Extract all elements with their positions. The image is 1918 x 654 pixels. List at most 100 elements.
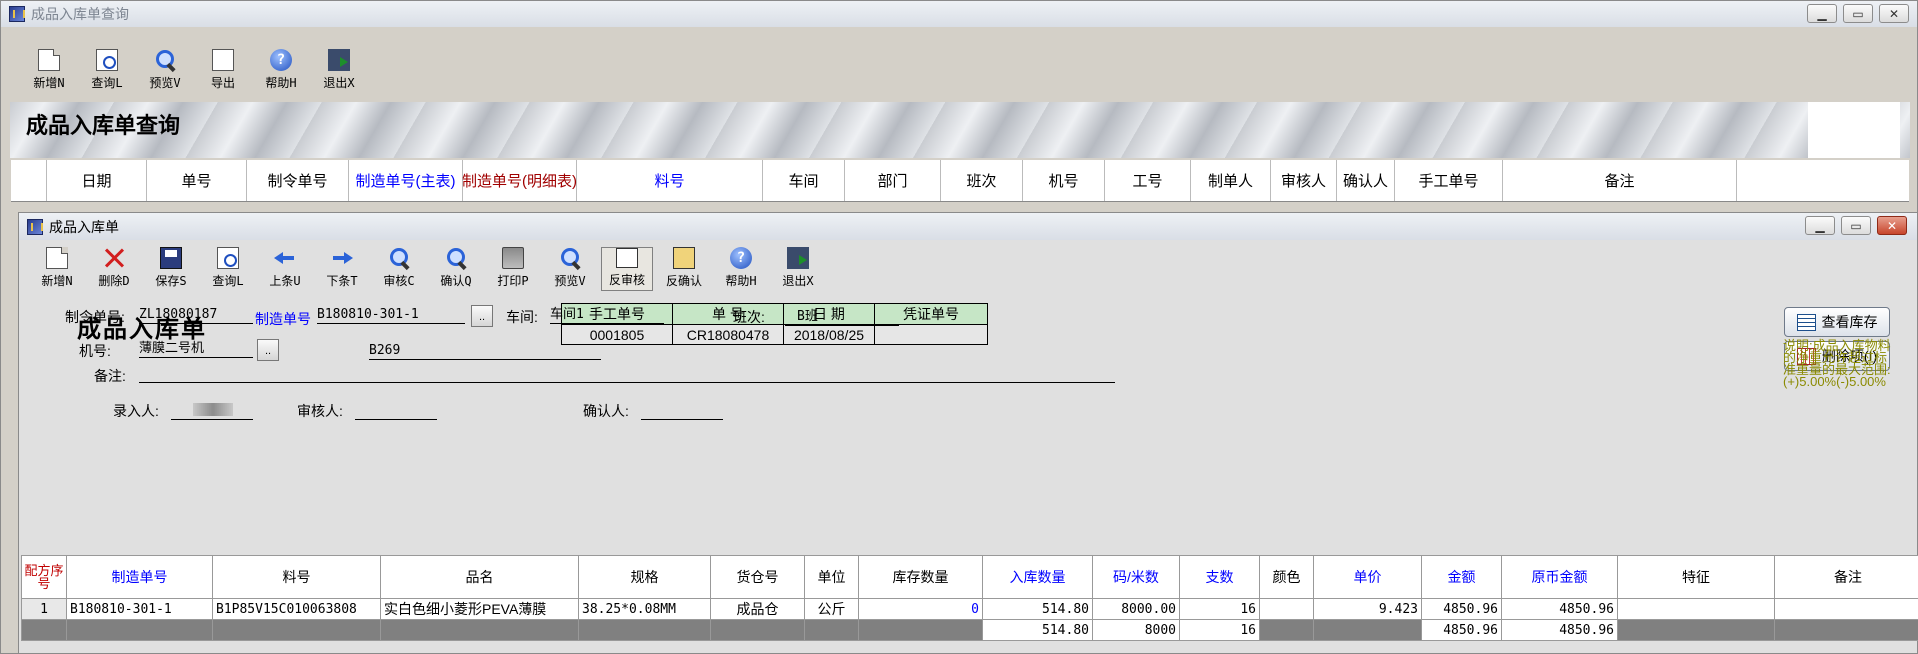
machine-lookup-button[interactable]: .. bbox=[257, 339, 279, 361]
confirm-icon bbox=[445, 247, 467, 269]
table-cell[interactable]: 16 bbox=[1179, 598, 1260, 620]
table-cell[interactable] bbox=[1259, 598, 1314, 620]
table-cell[interactable] bbox=[1617, 598, 1775, 620]
minimize-button[interactable]: ▁ bbox=[1805, 216, 1835, 235]
column-header[interactable]: 备注 bbox=[1503, 160, 1737, 201]
table-cell[interactable]: 0 bbox=[858, 598, 983, 620]
close-button[interactable]: ✕ bbox=[1879, 4, 1909, 23]
workshop-field[interactable]: 车间1 bbox=[550, 307, 664, 324]
toolbar-button-prev[interactable]: 上条U bbox=[259, 247, 311, 291]
audit-icon bbox=[388, 247, 410, 269]
toolbar-button-exit[interactable]: 退出X bbox=[315, 49, 363, 93]
detail-column-header[interactable]: 规格 bbox=[578, 555, 711, 599]
auditor-label: 审核人: bbox=[297, 403, 343, 419]
toolbar-button-print[interactable]: 打印P bbox=[487, 247, 539, 291]
column-header[interactable]: 确认人 bbox=[1337, 160, 1395, 201]
manual-no-value[interactable]: 0001805 bbox=[561, 324, 673, 345]
detail-column-header[interactable]: 颜色 bbox=[1259, 555, 1314, 599]
column-header[interactable]: 手工单号 bbox=[1395, 160, 1503, 201]
toolbar-button-query[interactable]: 查询L bbox=[83, 49, 131, 93]
toolbar-button-audit[interactable]: 审核C bbox=[373, 247, 425, 291]
detail-column-header[interactable]: 货仓号 bbox=[710, 555, 805, 599]
toolbar-button-delete[interactable]: 删除D bbox=[88, 247, 140, 291]
machine-code-field[interactable]: B269 bbox=[369, 343, 601, 360]
toolbar-button-unconfirm[interactable]: 反确认 bbox=[658, 247, 710, 291]
detail-column-header[interactable]: 料号 bbox=[212, 555, 381, 599]
toolbar-button-save[interactable]: 保存S bbox=[145, 247, 197, 291]
remark-field[interactable] bbox=[139, 366, 1115, 383]
column-header[interactable]: 料号 bbox=[577, 160, 763, 201]
toolbar-button-exit[interactable]: 退出X bbox=[772, 247, 824, 291]
auditor-field[interactable] bbox=[355, 403, 437, 420]
column-header[interactable]: 机号 bbox=[1023, 160, 1105, 201]
machine-field[interactable]: 薄膜二号机 bbox=[139, 341, 253, 358]
toolbar-button-help[interactable]: ? 帮助H bbox=[257, 49, 305, 93]
table-cell[interactable]: 9.423 bbox=[1313, 598, 1422, 620]
receipt-window-titlebar[interactable]: 成品入库单 ▁ ▭ ✕ bbox=[19, 213, 1917, 240]
minimize-button[interactable]: ▁ bbox=[1807, 4, 1837, 23]
table-cell[interactable]: 实白色细小菱形PEVA薄膜 bbox=[380, 598, 579, 620]
detail-column-header[interactable]: 特征 bbox=[1617, 555, 1775, 599]
confirmer-field[interactable] bbox=[641, 403, 723, 420]
voucher-no-value[interactable] bbox=[874, 324, 988, 345]
toolbar-button-preview[interactable]: 预览V bbox=[544, 247, 596, 291]
column-header[interactable]: 制单人 bbox=[1191, 160, 1271, 201]
table-cell[interactable]: B180810-301-1 bbox=[66, 598, 213, 620]
mfg-no-field[interactable]: B180810-301-1 bbox=[317, 307, 465, 324]
close-button[interactable]: ✕ bbox=[1877, 216, 1907, 235]
detail-column-header[interactable]: 码/米数 bbox=[1092, 555, 1180, 599]
table-row[interactable]: 1 B180810-301-1 B1P85V15C010063808 实白色细小菱形P… bbox=[21, 598, 1918, 620]
detail-column-header[interactable]: 备注 bbox=[1774, 555, 1918, 599]
view-stock-button[interactable]: 查看库存 bbox=[1784, 307, 1890, 337]
table-cell[interactable]: 8000.00 bbox=[1092, 598, 1180, 620]
detail-column-header[interactable]: 金额 bbox=[1421, 555, 1502, 599]
date-value[interactable]: 2018/08/25 bbox=[783, 324, 875, 345]
toolbar-button-preview[interactable]: 预览V bbox=[141, 49, 189, 93]
toolbar-button-export[interactable]: 导出 bbox=[199, 49, 247, 93]
detail-column-header[interactable]: 入库数量 bbox=[982, 555, 1093, 599]
table-cell[interactable]: 4850.96 bbox=[1421, 598, 1502, 620]
table-cell[interactable]: 514.80 bbox=[982, 598, 1093, 620]
toolbar-button-query[interactable]: 查询L bbox=[202, 247, 254, 291]
query-window-titlebar[interactable]: 成品入库单查询 ▁ ▭ ✕ bbox=[1, 1, 1917, 27]
table-cell[interactable]: 4850.96 bbox=[1501, 598, 1618, 620]
column-header[interactable]: 日期 bbox=[47, 160, 147, 201]
table-cell[interactable]: B1P85V15C010063808 bbox=[212, 598, 381, 620]
detail-column-header[interactable]: 原币金额 bbox=[1501, 555, 1618, 599]
toolbar-button-new[interactable]: 新增N bbox=[31, 247, 83, 291]
toolbar-button-new[interactable]: 新增N bbox=[25, 49, 73, 93]
table-cell[interactable]: 1 bbox=[21, 598, 67, 620]
toolbar-button-help[interactable]: ? 帮助H bbox=[715, 247, 767, 291]
column-header[interactable]: 制造单号(明细表) bbox=[462, 160, 577, 201]
column-header[interactable]: 部门 bbox=[845, 160, 941, 201]
maximize-button[interactable]: ▭ bbox=[1841, 216, 1871, 235]
table-cell[interactable]: 公斤 bbox=[804, 598, 859, 620]
toolbar-button-confirm[interactable]: 确认Q bbox=[430, 247, 482, 291]
table-cell[interactable]: 38.25*0.08MM bbox=[578, 598, 711, 620]
shift-field[interactable]: B班 bbox=[785, 309, 899, 326]
toolbar-button-next[interactable]: 下条T bbox=[316, 247, 368, 291]
detail-column-header[interactable]: 库存数量 bbox=[858, 555, 983, 599]
column-header[interactable]: 制令单号 bbox=[247, 160, 349, 201]
entered-by-field[interactable] bbox=[171, 403, 253, 420]
receipt-toolbar: 新增N 删除D 保存S 查询L 上条U 下条T 审核C 确认Q 打印P 预览V 反审核 反确认? 帮助H… bbox=[31, 247, 824, 291]
table-cell[interactable]: 成品仓 bbox=[710, 598, 805, 620]
detail-column-header[interactable]: 单位 bbox=[804, 555, 859, 599]
table-cell[interactable] bbox=[1774, 598, 1918, 620]
detail-column-header[interactable]: 制造单号 bbox=[66, 555, 213, 599]
detail-column-header[interactable]: 品名 bbox=[380, 555, 579, 599]
mfg-no-lookup-button[interactable]: .. bbox=[471, 305, 493, 327]
maximize-button[interactable]: ▭ bbox=[1843, 4, 1873, 23]
column-header[interactable]: 班次 bbox=[941, 160, 1023, 201]
toolbar-button-unaudit[interactable]: 反审核 bbox=[601, 247, 653, 291]
order-no-field[interactable]: ZL18080187 bbox=[139, 307, 253, 324]
detail-column-header[interactable]: 支数 bbox=[1179, 555, 1260, 599]
column-header[interactable]: 工号 bbox=[1105, 160, 1191, 201]
column-header[interactable]: 单号 bbox=[147, 160, 247, 201]
detail-column-header[interactable]: 配方序号 bbox=[21, 555, 67, 599]
column-header[interactable]: 车间 bbox=[763, 160, 845, 201]
detail-column-header[interactable]: 单价 bbox=[1313, 555, 1422, 599]
doc-no-value[interactable]: CR18080478 bbox=[672, 324, 784, 345]
column-header[interactable]: 审核人 bbox=[1271, 160, 1337, 201]
column-header[interactable]: 制造单号(主表) bbox=[349, 160, 463, 201]
